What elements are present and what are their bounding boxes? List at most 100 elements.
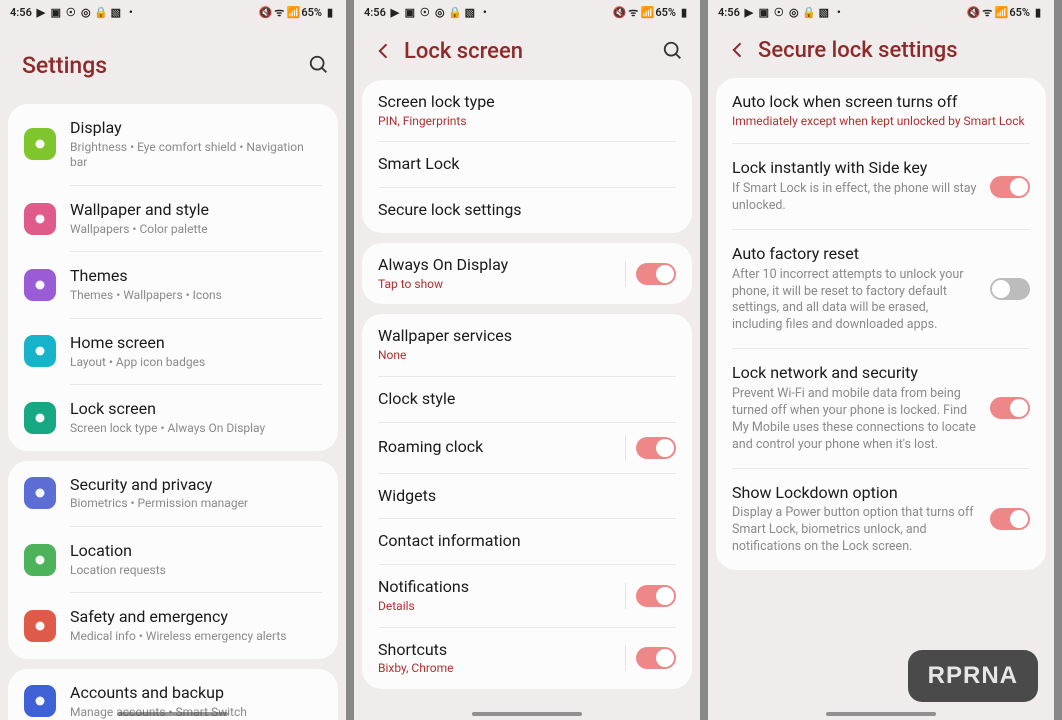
toggle-switch[interactable]	[990, 508, 1030, 530]
toggle-switch[interactable]	[990, 176, 1030, 198]
settings-row[interactable]: Lock screenScreen lock type • Always On …	[8, 385, 338, 450]
home-indicator[interactable]	[826, 712, 936, 716]
row-label: Auto lock when screen turns off	[732, 92, 1030, 113]
row-sub: PIN, Fingerprints	[378, 114, 676, 130]
settings-row[interactable]: DisplayBrightness • Eye comfort shield •…	[8, 104, 338, 185]
settings-row[interactable]: Lock network and securityPrevent Wi-Fi a…	[716, 349, 1046, 467]
settings-row[interactable]: Safety and emergencyMedical info • Wirel…	[8, 593, 338, 658]
search-button[interactable]	[304, 50, 334, 80]
row-label: Smart Lock	[378, 154, 676, 175]
row-label: Lock screen	[70, 399, 322, 420]
wallpaper-icon	[24, 203, 56, 235]
search-button[interactable]	[658, 36, 688, 66]
settings-row[interactable]: Widgets	[362, 474, 692, 519]
settings-row[interactable]: Screen lock typePIN, Fingerprints	[362, 80, 692, 141]
settings-row[interactable]: Home screenLayout • App icon badges	[8, 319, 338, 384]
settings-row[interactable]: Show Lockdown optionDisplay a Power butt…	[716, 469, 1046, 570]
header: Lock screen	[354, 22, 700, 80]
toggle-switch[interactable]	[990, 278, 1030, 300]
phone-lock-screen: 4:56 ▶ ▣ ☉ ◎ 🔒 ▧ • 🔇 ᯤ 📶 65% ▮ Lock scre…	[354, 0, 700, 720]
row-label: Home screen	[70, 333, 322, 354]
row-sub: Tap to show	[378, 277, 617, 293]
settings-row[interactable]: Security and privacyBiometrics • Permiss…	[8, 461, 338, 526]
settings-row[interactable]: Auto factory resetAfter 10 incorrect att…	[716, 230, 1046, 348]
securelock-group: Auto lock when screen turns offImmediate…	[716, 78, 1046, 570]
settings-row[interactable]: Smart Lock	[362, 142, 692, 187]
lock-icon: 🔒	[449, 6, 461, 18]
row-label: Show Lockdown option	[732, 483, 980, 504]
lockscreen-list[interactable]: Screen lock typePIN, Fingerprints Smart L…	[354, 80, 700, 720]
battery-icon: ▮	[678, 6, 690, 18]
home-icon	[24, 335, 56, 367]
settings-row[interactable]: ThemesThemes • Wallpapers • Icons	[8, 252, 338, 317]
more-icon: •	[479, 6, 491, 18]
settings-row[interactable]: NotificationsDetails	[362, 565, 692, 626]
settings-row[interactable]: Always On DisplayTap to show	[362, 243, 692, 304]
home-indicator[interactable]	[472, 712, 582, 716]
row-sub: Biometrics • Permission manager	[70, 496, 322, 512]
volume-mute-icon: 🔇	[967, 6, 979, 18]
settings-group: Security and privacyBiometrics • Permiss…	[8, 461, 338, 659]
settings-row[interactable]: LocationLocation requests	[8, 527, 338, 592]
page-title: Secure lock settings	[758, 38, 1042, 63]
toggle-separator	[625, 435, 626, 461]
instagram-icon: ◎	[434, 6, 446, 18]
reddit-icon: ☉	[773, 6, 785, 18]
toggle-switch[interactable]	[990, 397, 1030, 419]
toggle-switch[interactable]	[636, 437, 676, 459]
securelock-list[interactable]: Auto lock when screen turns offImmediate…	[708, 78, 1054, 720]
status-bar: 4:56 ▶ ▣ ☉ ◎ 🔒 ▧ • 🔇 ᯤ 📶 65% ▮	[708, 0, 1054, 22]
volume-mute-icon: 🔇	[259, 6, 271, 18]
settings-row[interactable]: Lock instantly with Side keyIf Smart Loc…	[716, 144, 1046, 229]
settings-row[interactable]: Wallpaper and styleWallpapers • Color pa…	[8, 186, 338, 251]
row-label: Accounts and backup	[70, 683, 322, 704]
row-label: Clock style	[378, 389, 676, 410]
toggle-separator	[625, 583, 626, 609]
row-sub: Immediately except when kept unlocked by…	[732, 114, 1030, 130]
toggle-separator	[625, 645, 626, 671]
settings-row[interactable]: Roaming clock	[362, 423, 692, 473]
settings-list[interactable]: DisplayBrightness • Eye comfort shield •…	[0, 104, 346, 720]
row-label: Safety and emergency	[70, 607, 322, 628]
phone-secure-lock: 4:56 ▶ ▣ ☉ ◎ 🔒 ▧ • 🔇 ᯤ 📶 65% ▮ Secure lo…	[708, 0, 1054, 720]
settings-row[interactable]: Contact information	[362, 519, 692, 564]
status-time: 4:56	[10, 6, 32, 19]
row-sub: Screen lock type • Always On Display	[70, 421, 322, 437]
volume-mute-icon: 🔇	[613, 6, 625, 18]
location-icon	[24, 544, 56, 576]
settings-row[interactable]: Clock style	[362, 377, 692, 422]
battery-pct: 65%	[1009, 6, 1030, 19]
battery-pct: 65%	[655, 6, 676, 19]
toggle-switch[interactable]	[636, 263, 676, 285]
back-button[interactable]	[724, 36, 752, 64]
row-label: Location	[70, 541, 322, 562]
shield-icon	[24, 477, 56, 509]
page-title: Lock screen	[404, 39, 658, 64]
settings-row[interactable]: Wallpaper servicesNone	[362, 314, 692, 375]
toggle-switch[interactable]	[636, 647, 676, 669]
row-label: Screen lock type	[378, 92, 676, 113]
lock-icon: 🔒	[803, 6, 815, 18]
youtube-icon: ▶	[389, 6, 401, 18]
video-icon: ▣	[404, 6, 416, 18]
status-bar: 4:56 ▶ ▣ ☉ ◎ 🔒 ▧ • 🔇 ᯤ 📶 65% ▮	[354, 0, 700, 22]
row-sub: Wallpapers • Color palette	[70, 222, 322, 238]
row-label: Secure lock settings	[378, 200, 676, 221]
settings-row[interactable]: ShortcutsBixby, Chrome	[362, 628, 692, 689]
toggle-switch[interactable]	[636, 585, 676, 607]
settings-row[interactable]: Secure lock settings	[362, 188, 692, 233]
row-sub: Medical info • Wireless emergency alerts	[70, 629, 322, 645]
youtube-icon: ▶	[743, 6, 755, 18]
row-sub: Details	[378, 599, 617, 615]
row-label: Display	[70, 118, 322, 139]
home-indicator[interactable]	[118, 712, 228, 716]
settings-row[interactable]: Auto lock when screen turns offImmediate…	[716, 78, 1046, 143]
row-sub: None	[378, 348, 676, 364]
row-description: After 10 incorrect attempts to unlock yo…	[732, 267, 980, 335]
battery-icon: ▮	[1032, 6, 1044, 18]
row-label: Contact information	[378, 531, 676, 552]
battery-icon: ▮	[324, 6, 336, 18]
header: Secure lock settings	[708, 22, 1054, 78]
row-label: Always On Display	[378, 255, 617, 276]
back-button[interactable]	[370, 37, 398, 65]
